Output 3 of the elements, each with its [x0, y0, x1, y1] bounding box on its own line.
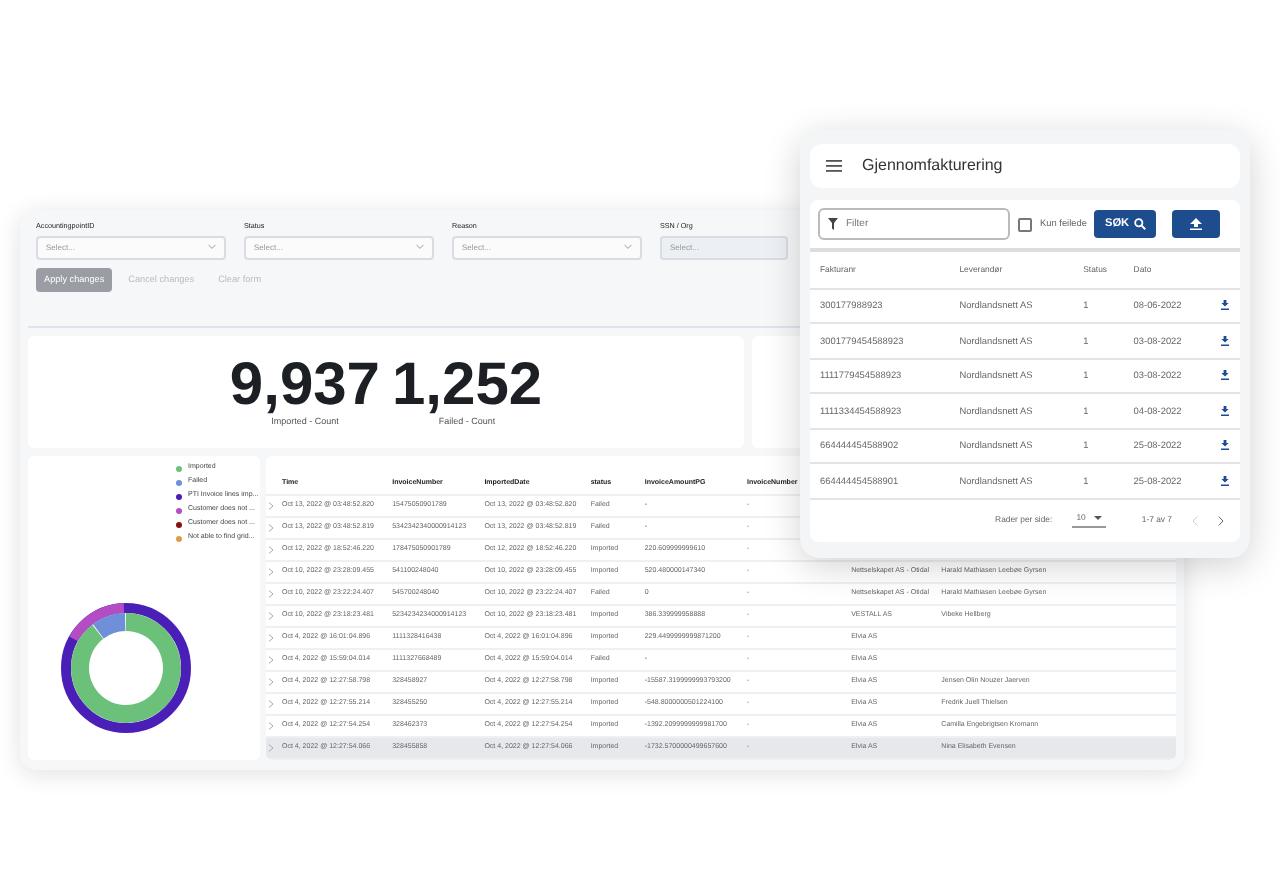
metric-value: 1,252 [392, 355, 543, 416]
metric-value: 9,937 [229, 355, 380, 416]
window-title: Gjennomfakturering [862, 154, 1003, 178]
